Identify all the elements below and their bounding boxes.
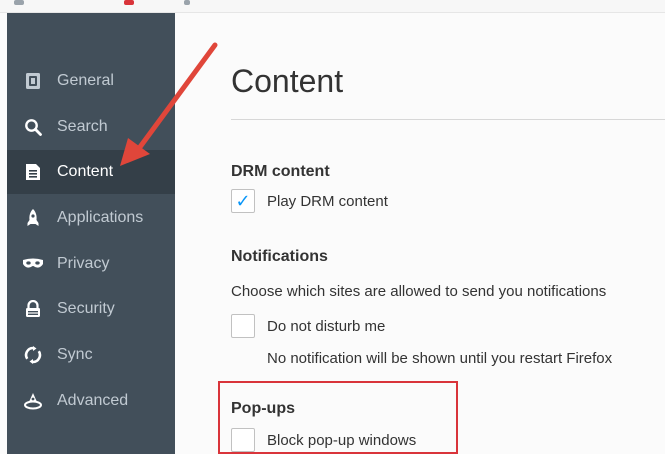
sidebar-item-privacy[interactable]: Privacy: [7, 242, 175, 286]
play-drm-checkbox[interactable]: ✓: [231, 189, 255, 213]
general-icon: [23, 71, 43, 91]
sync-icon: [23, 345, 43, 365]
block-popups-label[interactable]: Block pop-up windows: [267, 432, 416, 449]
preferences-window: General Search Content Applications Priv…: [0, 0, 665, 454]
do-not-disturb-option: Do not disturb me: [231, 314, 385, 338]
sidebar-item-advanced[interactable]: Advanced: [7, 379, 175, 423]
sidebar-item-applications[interactable]: Applications: [7, 196, 175, 240]
sidebar-item-label: General: [57, 72, 114, 89]
sidebar-item-security[interactable]: Security: [7, 287, 175, 331]
notifications-heading: Notifications: [231, 248, 328, 265]
block-popups-checkbox[interactable]: [231, 428, 255, 452]
notifications-description: Choose which sites are allowed to send y…: [231, 283, 607, 300]
sidebar-item-label: Privacy: [57, 255, 110, 272]
sidebar-item-label: Applications: [57, 209, 144, 226]
toolbar-fragment-icon: [184, 0, 190, 5]
sidebar-item-content[interactable]: Content: [7, 150, 175, 194]
drm-heading: DRM content: [231, 163, 330, 180]
sidebar-item-general[interactable]: General: [7, 59, 175, 103]
content-pane: Content DRM content ✓ Play DRM content N…: [175, 13, 665, 454]
restart-note: No notification will be shown until you …: [267, 350, 613, 367]
advanced-icon: [23, 391, 43, 411]
sidebar-item-label: Advanced: [57, 392, 129, 409]
play-drm-label[interactable]: Play DRM content: [267, 193, 388, 210]
preferences-sidebar: General Search Content Applications Priv…: [7, 13, 175, 454]
do-not-disturb-checkbox[interactable]: [231, 314, 255, 338]
sidebar-item-sync[interactable]: Sync: [7, 333, 175, 377]
sidebar-item-label: Security: [57, 300, 115, 317]
sidebar-item-label: Sync: [57, 346, 93, 363]
sidebar-item-search[interactable]: Search: [7, 105, 175, 149]
sidebar-item-label: Search: [57, 118, 108, 135]
toolbar-fragment-icon: [14, 0, 24, 5]
drm-option: ✓ Play DRM content: [231, 189, 388, 213]
privacy-mask-icon: [23, 254, 43, 274]
sidebar-item-label: Content: [57, 163, 114, 180]
security-lock-icon: [23, 299, 43, 319]
popups-heading: Pop-ups: [231, 400, 295, 417]
window-top-strip: [0, 0, 665, 13]
do-not-disturb-label[interactable]: Do not disturb me: [267, 318, 385, 335]
content-icon: [23, 162, 43, 182]
title-divider: [231, 119, 665, 120]
toolbar-fragment-icon: [124, 0, 134, 5]
search-icon: [23, 117, 43, 137]
checkmark-icon: ✓: [235, 191, 251, 211]
applications-icon: [23, 208, 43, 228]
page-title: Content: [231, 63, 344, 99]
block-popups-option: Block pop-up windows: [231, 428, 416, 452]
